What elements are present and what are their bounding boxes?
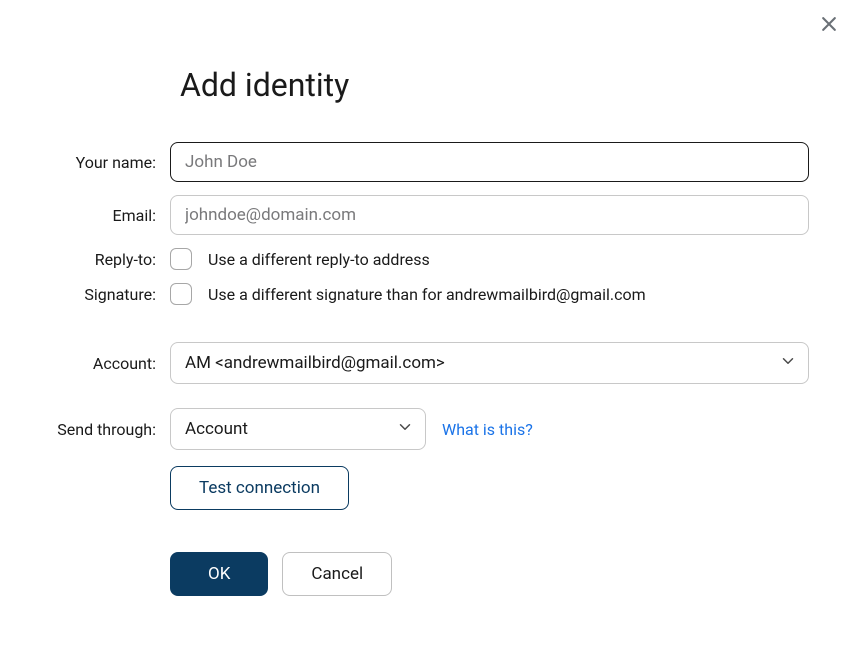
account-label: Account: bbox=[38, 354, 170, 373]
test-connection-button[interactable]: Test connection bbox=[170, 466, 349, 510]
signature-label: Signature: bbox=[38, 285, 170, 304]
send-through-select-value: Account bbox=[185, 419, 248, 439]
reply-to-checkbox[interactable] bbox=[170, 248, 192, 270]
signature-checkbox[interactable] bbox=[170, 283, 192, 305]
send-through-label: Send through: bbox=[38, 420, 170, 439]
reply-to-label: Reply-to: bbox=[38, 250, 170, 269]
email-label: Email: bbox=[38, 206, 170, 225]
your-name-input[interactable] bbox=[170, 142, 809, 182]
reply-to-checkbox-label: Use a different reply-to address bbox=[208, 250, 430, 269]
email-input[interactable] bbox=[170, 195, 809, 235]
cancel-button[interactable]: Cancel bbox=[282, 552, 392, 596]
close-button[interactable] bbox=[819, 14, 839, 38]
what-is-this-link[interactable]: What is this? bbox=[442, 420, 533, 439]
your-name-label: Your name: bbox=[38, 153, 170, 172]
add-identity-dialog: Add identity Your name: Email: Reply-to:… bbox=[0, 0, 857, 596]
account-select[interactable]: AM <andrewmailbird@gmail.com> bbox=[170, 342, 809, 384]
send-through-select[interactable]: Account bbox=[170, 408, 426, 450]
ok-button[interactable]: OK bbox=[170, 552, 268, 596]
close-icon bbox=[819, 19, 839, 38]
dialog-title: Add identity bbox=[180, 66, 809, 104]
account-select-value: AM <andrewmailbird@gmail.com> bbox=[185, 353, 445, 373]
signature-checkbox-label: Use a different signature than for andre… bbox=[208, 285, 646, 304]
